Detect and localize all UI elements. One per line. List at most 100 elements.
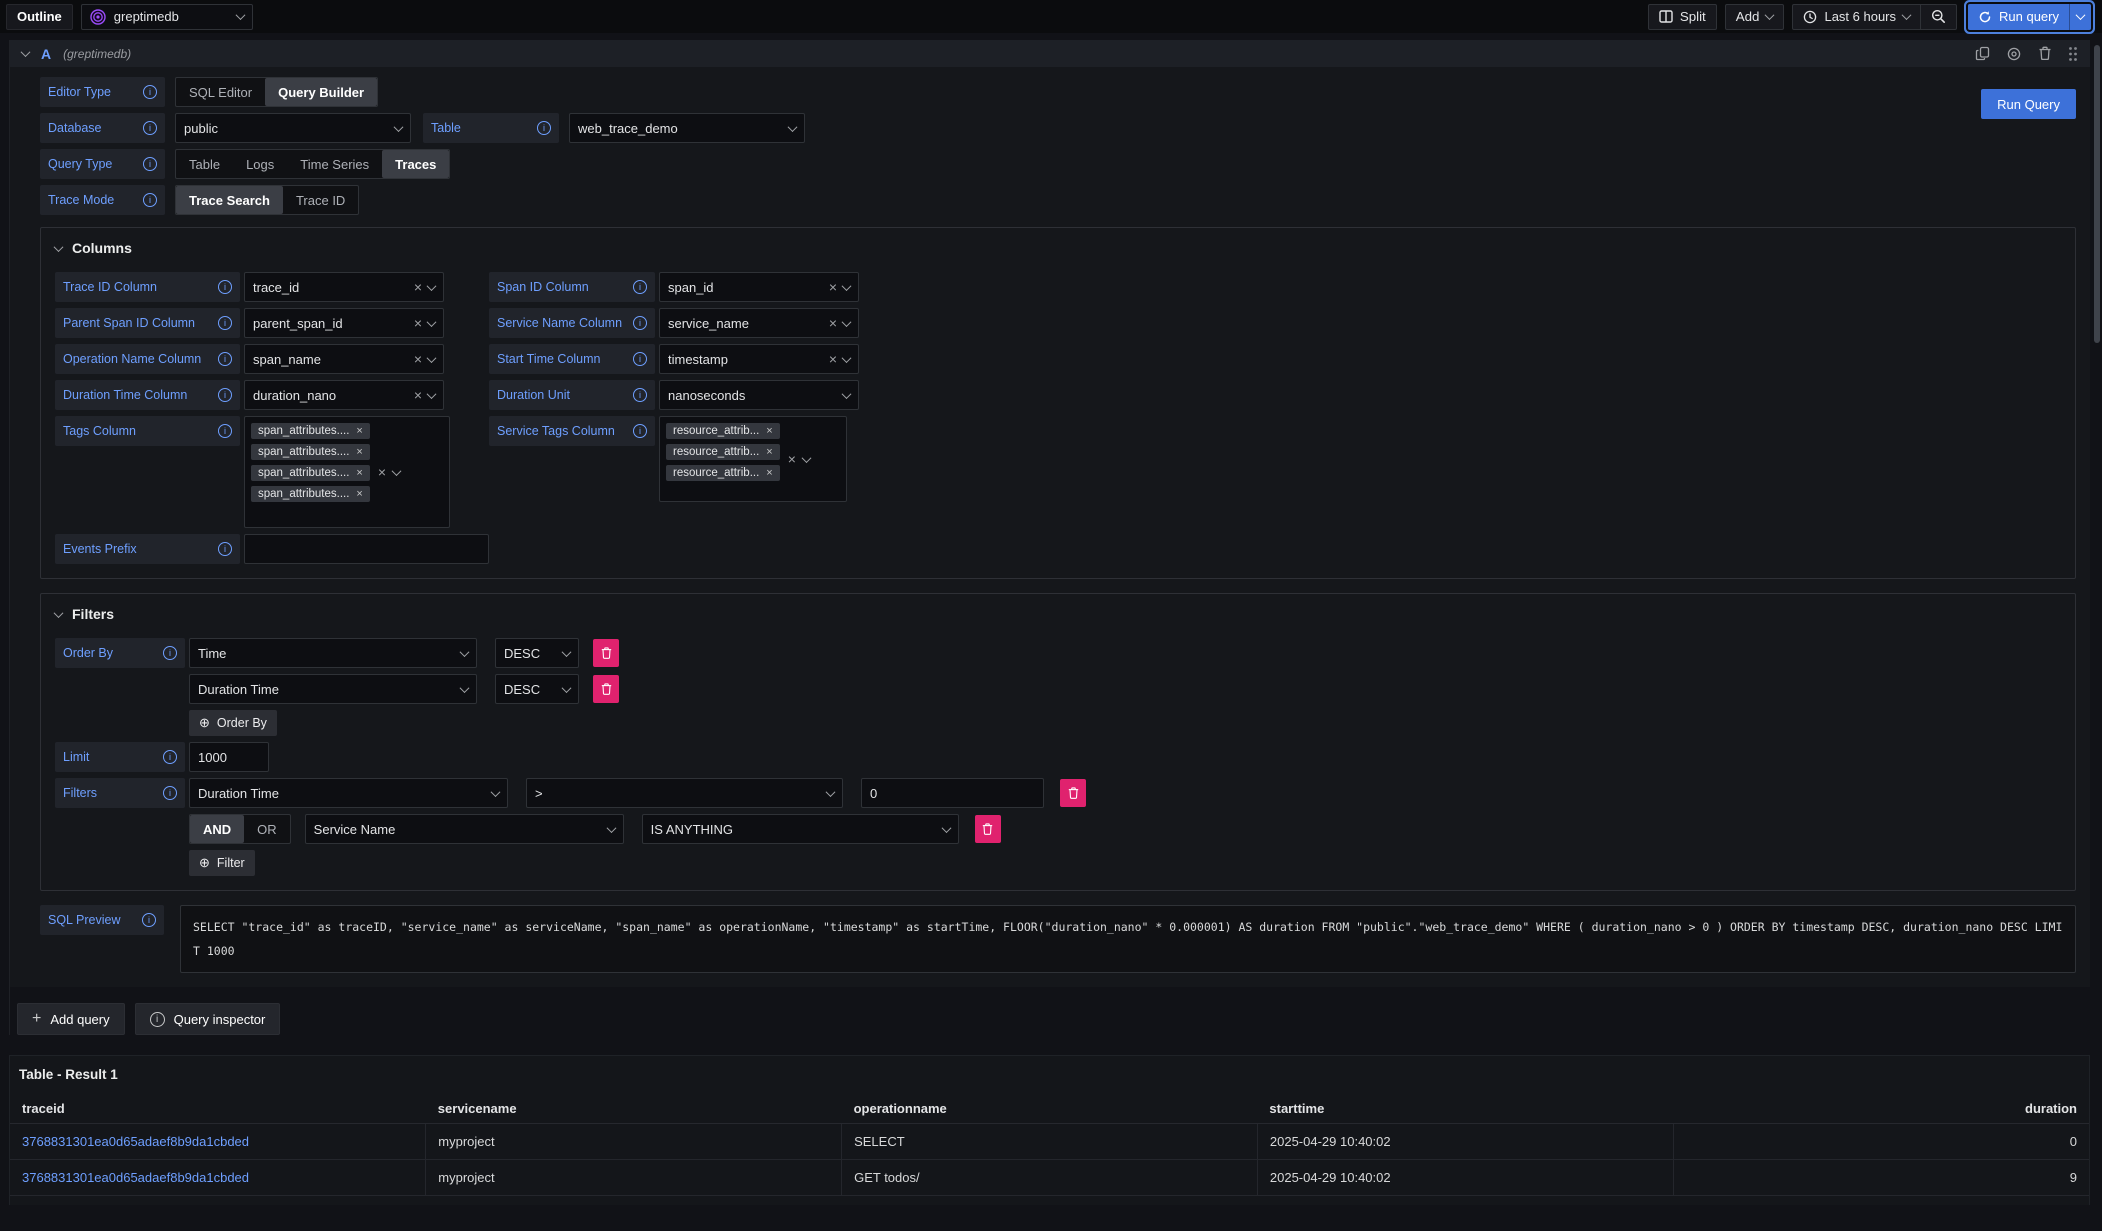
clear-icon[interactable]: × (414, 352, 422, 366)
column-header-duration[interactable]: duration (1673, 1094, 2089, 1124)
trace-mode-option-trace-id[interactable]: Trace ID (283, 186, 358, 214)
clear-icon[interactable]: × (829, 280, 837, 294)
column-header-servicename[interactable]: servicename (426, 1094, 842, 1124)
clear-icon[interactable]: × (414, 316, 422, 330)
order-by-direction-select[interactable]: DESC (495, 638, 579, 668)
tag-chip[interactable]: span_attributes....× (251, 465, 370, 481)
duration-unit-select[interactable]: nanoseconds (659, 380, 859, 410)
filter-operator-select[interactable]: > (526, 778, 843, 808)
query-type-option-logs[interactable]: Logs (233, 150, 287, 178)
filter-logic-or[interactable]: OR (244, 815, 290, 843)
datasource-picker[interactable]: greptimedb (81, 4, 253, 30)
info-icon[interactable]: i (163, 646, 177, 660)
remove-chip-icon[interactable]: × (766, 468, 772, 479)
split-button[interactable]: Split (1648, 4, 1717, 30)
columns-section-header[interactable]: Columns (55, 240, 2061, 256)
duplicate-query-icon[interactable] (1975, 46, 1990, 61)
query-inspector-button[interactable]: i Query inspector (135, 1003, 281, 1035)
add-query-button[interactable]: + Add query (17, 1003, 125, 1035)
query-row-header[interactable]: A (greptimedb) (10, 40, 2090, 67)
remove-filter-button[interactable] (1060, 779, 1086, 807)
info-icon[interactable]: i (633, 388, 647, 402)
remove-chip-icon[interactable]: × (766, 447, 772, 458)
info-icon[interactable]: i (163, 750, 177, 764)
trace-id-column-select[interactable]: trace_id × (244, 272, 444, 302)
column-header-starttime[interactable]: starttime (1257, 1094, 1673, 1124)
clear-icon[interactable]: × (414, 280, 422, 294)
query-type-option-traces[interactable]: Traces (382, 150, 449, 178)
column-header-traceid[interactable]: traceid (10, 1094, 426, 1124)
filter-field-select[interactable]: Duration Time (189, 778, 508, 808)
order-by-field-select[interactable]: Duration Time (189, 674, 477, 704)
query-type-option-table[interactable]: Table (176, 150, 233, 178)
clear-icon[interactable]: × (829, 352, 837, 366)
query-type-option-time-series[interactable]: Time Series (287, 150, 382, 178)
info-icon[interactable]: i (537, 121, 551, 135)
table-select[interactable]: web_trace_demo (569, 113, 805, 143)
duration-time-column-select[interactable]: duration_nano × (244, 380, 444, 410)
trace-id-link[interactable]: 3768831301ea0d65adaef8b9da1cbded (22, 1134, 249, 1149)
remove-query-trash-icon[interactable] (2038, 46, 2052, 61)
tag-chip[interactable]: span_attributes....× (251, 423, 370, 439)
info-icon[interactable]: i (633, 424, 647, 438)
tags-column-multiselect[interactable]: span_attributes....× span_attributes....… (244, 416, 450, 528)
service-name-column-select[interactable]: service_name × (659, 308, 859, 338)
events-prefix-input[interactable] (244, 534, 489, 564)
order-by-field-select[interactable]: Time (189, 638, 477, 668)
info-icon[interactable]: i (218, 542, 232, 556)
clear-all-icon[interactable]: × (788, 452, 796, 466)
info-icon[interactable]: i (163, 786, 177, 800)
service-tag-chip[interactable]: resource_attrib...× (666, 444, 780, 460)
zoom-out-time-button[interactable] (1920, 5, 1956, 29)
info-icon[interactable]: i (218, 316, 232, 330)
info-icon[interactable]: i (143, 85, 157, 99)
info-icon[interactable]: i (218, 352, 232, 366)
database-select[interactable]: public (175, 113, 411, 143)
info-icon[interactable]: i (218, 424, 232, 438)
remove-chip-icon[interactable]: × (356, 447, 362, 458)
clear-icon[interactable]: × (414, 388, 422, 402)
add-order-by-button[interactable]: ⊕ Order By (189, 710, 277, 736)
parent-span-id-column-select[interactable]: parent_span_id × (244, 308, 444, 338)
editor-type-option-query-builder[interactable]: Query Builder (265, 78, 377, 106)
hide-response-eye-icon[interactable] (2006, 47, 2022, 61)
filter-logic-and[interactable]: AND (190, 815, 244, 843)
operation-name-column-select[interactable]: span_name × (244, 344, 444, 374)
info-icon[interactable]: i (143, 193, 157, 207)
run-query-button[interactable]: Run query (1968, 4, 2069, 30)
info-icon[interactable]: i (633, 280, 647, 294)
span-id-column-select[interactable]: span_id × (659, 272, 859, 302)
run-query-options-button[interactable] (2069, 4, 2091, 30)
trace-mode-option-trace-search[interactable]: Trace Search (176, 186, 283, 214)
info-icon[interactable]: i (143, 157, 157, 171)
start-time-column-select[interactable]: timestamp × (659, 344, 859, 374)
info-icon[interactable]: i (633, 352, 647, 366)
remove-chip-icon[interactable]: × (766, 426, 772, 437)
add-button[interactable]: Add (1725, 4, 1785, 30)
remove-order-by-button[interactable] (593, 675, 619, 703)
clear-all-icon[interactable]: × (378, 465, 386, 479)
tag-chip[interactable]: span_attributes....× (251, 444, 370, 460)
add-filter-button[interactable]: ⊕ Filter (189, 850, 255, 876)
remove-chip-icon[interactable]: × (356, 489, 362, 500)
outline-toggle[interactable]: Outline (6, 4, 73, 30)
info-icon[interactable]: i (218, 280, 232, 294)
editor-type-option-sql-editor[interactable]: SQL Editor (176, 78, 265, 106)
clear-icon[interactable]: × (829, 316, 837, 330)
info-icon[interactable]: i (143, 121, 157, 135)
column-header-operationname[interactable]: operationname (842, 1094, 1258, 1124)
remove-filter-button[interactable] (975, 815, 1001, 843)
vertical-scrollbar[interactable] (2094, 45, 2100, 343)
tag-chip[interactable]: span_attributes....× (251, 486, 370, 502)
filters-section-header[interactable]: Filters (55, 606, 2061, 622)
info-icon[interactable]: i (633, 316, 647, 330)
remove-chip-icon[interactable]: × (356, 468, 362, 479)
time-range-picker[interactable]: Last 6 hours (1793, 5, 1920, 29)
limit-input[interactable] (189, 742, 269, 772)
remove-chip-icon[interactable]: × (356, 426, 362, 437)
filter-field-select[interactable]: Service Name (305, 814, 624, 844)
info-icon[interactable]: i (142, 913, 156, 927)
filter-value-input[interactable] (861, 778, 1044, 808)
drag-handle-icon[interactable] (2068, 46, 2078, 62)
remove-order-by-button[interactable] (593, 639, 619, 667)
